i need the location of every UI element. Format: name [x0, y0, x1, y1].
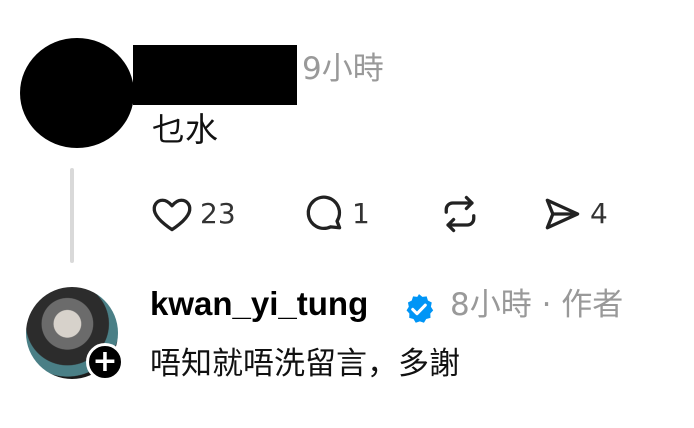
username-redacted[interactable] [133, 45, 297, 105]
avatar-redacted[interactable] [20, 38, 134, 148]
comment-text: 乜水 [152, 110, 218, 149]
reply-button[interactable]: 1 [302, 190, 370, 238]
repost-icon [438, 192, 482, 236]
like-button[interactable]: 23 [150, 190, 236, 238]
share-count: 4 [590, 197, 608, 230]
thread-line [70, 168, 74, 263]
comment-time: 9小時 [302, 51, 384, 87]
reply-text: 唔知就唔洗留言，多謝 [150, 346, 460, 382]
verified-icon [402, 292, 436, 330]
repost-button[interactable] [438, 190, 482, 238]
heart-icon [150, 192, 194, 236]
reply-count: 1 [352, 197, 370, 230]
comment-time-author: 8小時 · 作者 [450, 287, 624, 323]
share-button[interactable]: 4 [540, 190, 608, 238]
send-icon [540, 192, 584, 236]
plus-icon[interactable]: + [86, 343, 124, 381]
username[interactable]: kwan_yi_tung [150, 282, 368, 326]
comment-icon [302, 192, 346, 236]
like-count: 23 [200, 197, 236, 230]
